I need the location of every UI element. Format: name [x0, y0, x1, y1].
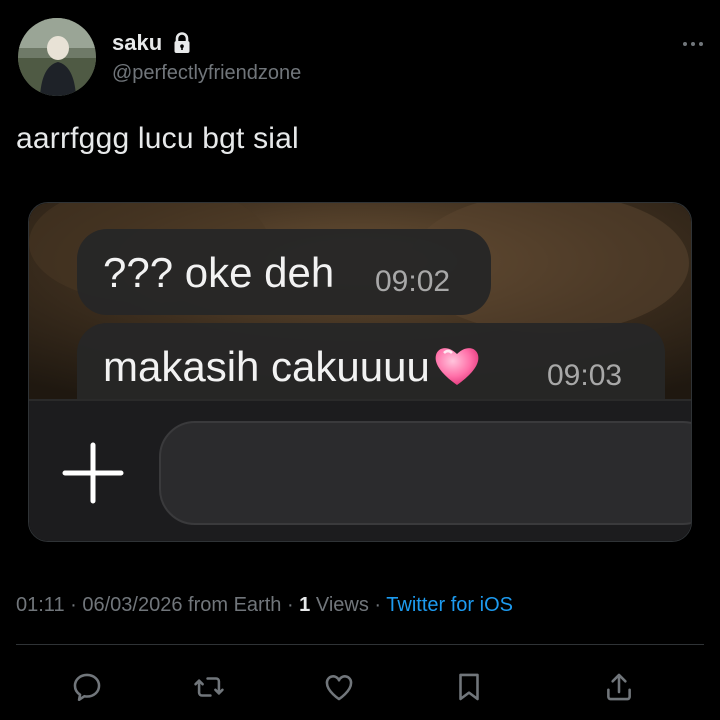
separator: ·	[286, 594, 300, 616]
avatar[interactable]	[18, 18, 96, 96]
divider	[16, 644, 704, 645]
separator: ·	[374, 594, 387, 616]
like-icon	[325, 675, 353, 701]
chat-message-bubble: ??? oke deh 09:02	[77, 229, 491, 315]
chat-message-text: makasih cakuuuu	[103, 343, 430, 390]
avatar-image	[18, 18, 96, 96]
tweet-meta: 01:11 · 06/03/2026 from Earth · 1 Views …	[16, 594, 513, 617]
share-icon	[607, 673, 631, 701]
tweet-source-link[interactable]: Twitter for iOS	[386, 594, 513, 616]
retweet-button[interactable]	[188, 666, 230, 708]
like-button[interactable]	[318, 666, 360, 708]
more-dot-icon	[683, 42, 687, 46]
more-options-button[interactable]	[676, 32, 710, 56]
views-count: 1	[299, 594, 311, 616]
chat-message-text: ??? oke deh	[103, 249, 335, 296]
tweet-location: from Earth	[188, 594, 282, 616]
tweet-text: aarrfggg lucu bgt sial	[16, 122, 299, 155]
chat-composer	[29, 399, 691, 541]
chat-message-time: 09:03	[547, 359, 623, 392]
lock-icon	[170, 31, 194, 55]
tweet-date[interactable]: 06/03/2026	[82, 594, 182, 616]
retweet-icon	[194, 677, 224, 697]
tweet-time[interactable]: 01:11	[16, 594, 65, 616]
separator: ·	[70, 594, 83, 616]
tweet-actions	[0, 660, 720, 714]
user-handle[interactable]: @perfectlyfriendzone	[112, 62, 301, 85]
tweet-media-image[interactable]: ??? oke deh 09:02 makasih cakuuuu 09:03	[28, 202, 692, 542]
chat-message-time: 09:02	[375, 265, 451, 298]
reply-button[interactable]	[66, 666, 108, 708]
share-button[interactable]	[598, 666, 640, 708]
more-dot-icon	[699, 42, 703, 46]
bookmark-icon	[459, 673, 479, 701]
reply-icon	[73, 673, 101, 702]
display-name-row: saku	[112, 30, 194, 56]
chat-message-input	[159, 421, 691, 525]
bookmark-button[interactable]	[448, 666, 490, 708]
pink-heart-icon	[432, 343, 482, 387]
display-name[interactable]: saku	[112, 30, 162, 56]
more-dot-icon	[691, 42, 695, 46]
chat-message-text-row: makasih cakuuuu	[103, 343, 482, 391]
views-label: Views	[315, 594, 369, 616]
plus-icon	[62, 442, 124, 504]
